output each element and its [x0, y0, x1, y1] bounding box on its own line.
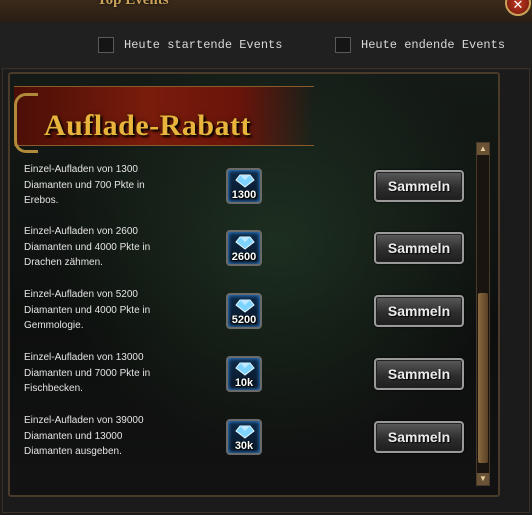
reward-row: Einzel-Aufladen von 1300 Diamanten und 7… [10, 162, 480, 224]
gem-amount: 5200 [231, 314, 257, 326]
filter-ending-today[interactable]: Heute endende Events [335, 34, 505, 56]
reward-description: Einzel-Aufladen von 13000 Diamanten und … [24, 352, 151, 394]
close-icon[interactable]: ✕ [505, 0, 531, 16]
reward-description: Einzel-Aufladen von 1300 Diamanten und 7… [24, 164, 145, 206]
reward-row: Einzel-Aufladen von 5200 Diamanten und 4… [10, 287, 480, 349]
window-header: Top Events ✕ [0, 0, 532, 23]
gem-amount: 10k [234, 377, 254, 389]
section-banner: Auflade-Rabatt [14, 86, 314, 153]
reward-row: Einzel-Aufladen von 13000 Diamanten und … [10, 350, 480, 412]
starting-today-checkbox[interactable] [98, 37, 114, 53]
crystal-icon [235, 174, 255, 188]
collect-button[interactable]: Sammeln [374, 421, 464, 453]
filter-row: Heute startende Events Heute endende Eve… [0, 22, 532, 70]
event-panel: Auflade-Rabatt Einzel-Aufladen von 1300 … [8, 72, 500, 497]
window-title: Top Events [97, 0, 169, 8]
collect-button[interactable]: Sammeln [374, 358, 464, 390]
diamond-icon: 30k [226, 419, 262, 455]
filter-starting-today[interactable]: Heute startende Events [98, 34, 282, 56]
section-title: Auflade-Rabatt [44, 109, 251, 142]
diamond-icon: 10k [226, 356, 262, 392]
gem-amount: 30k [234, 440, 254, 452]
scroll-down-icon[interactable]: ▼ [477, 473, 489, 485]
crystal-icon [235, 299, 255, 313]
reward-row: Einzel-Aufladen von 39000 Diamanten und … [10, 413, 480, 475]
scrollbar[interactable]: ▲ ▼ [476, 142, 490, 486]
gem-amount: 2600 [231, 251, 257, 263]
banner-ornament [14, 93, 38, 153]
starting-today-label: Heute startende Events [124, 38, 283, 52]
crystal-icon [235, 362, 255, 376]
crystal-icon [235, 236, 255, 250]
collect-button[interactable]: Sammeln [374, 295, 464, 327]
collect-button[interactable]: Sammeln [374, 232, 464, 264]
reward-description: Einzel-Aufladen von 2600 Diamanten und 4… [24, 226, 151, 268]
crystal-icon [235, 425, 255, 439]
diamond-icon: 5200 [226, 293, 262, 329]
reward-description: Einzel-Aufladen von 5200 Diamanten und 4… [24, 289, 151, 331]
scroll-up-icon[interactable]: ▲ [477, 143, 489, 155]
diamond-icon: 1300 [226, 168, 262, 204]
scroll-thumb[interactable] [478, 293, 488, 463]
ending-today-checkbox[interactable] [335, 37, 351, 53]
gem-amount: 1300 [231, 189, 257, 201]
reward-description: Einzel-Aufladen von 39000 Diamanten und … [24, 415, 144, 457]
diamond-icon: 2600 [226, 230, 262, 266]
reward-row: Einzel-Aufladen von 2600 Diamanten und 4… [10, 224, 480, 286]
collect-button[interactable]: Sammeln [374, 170, 464, 202]
ending-today-label: Heute endende Events [361, 38, 506, 52]
